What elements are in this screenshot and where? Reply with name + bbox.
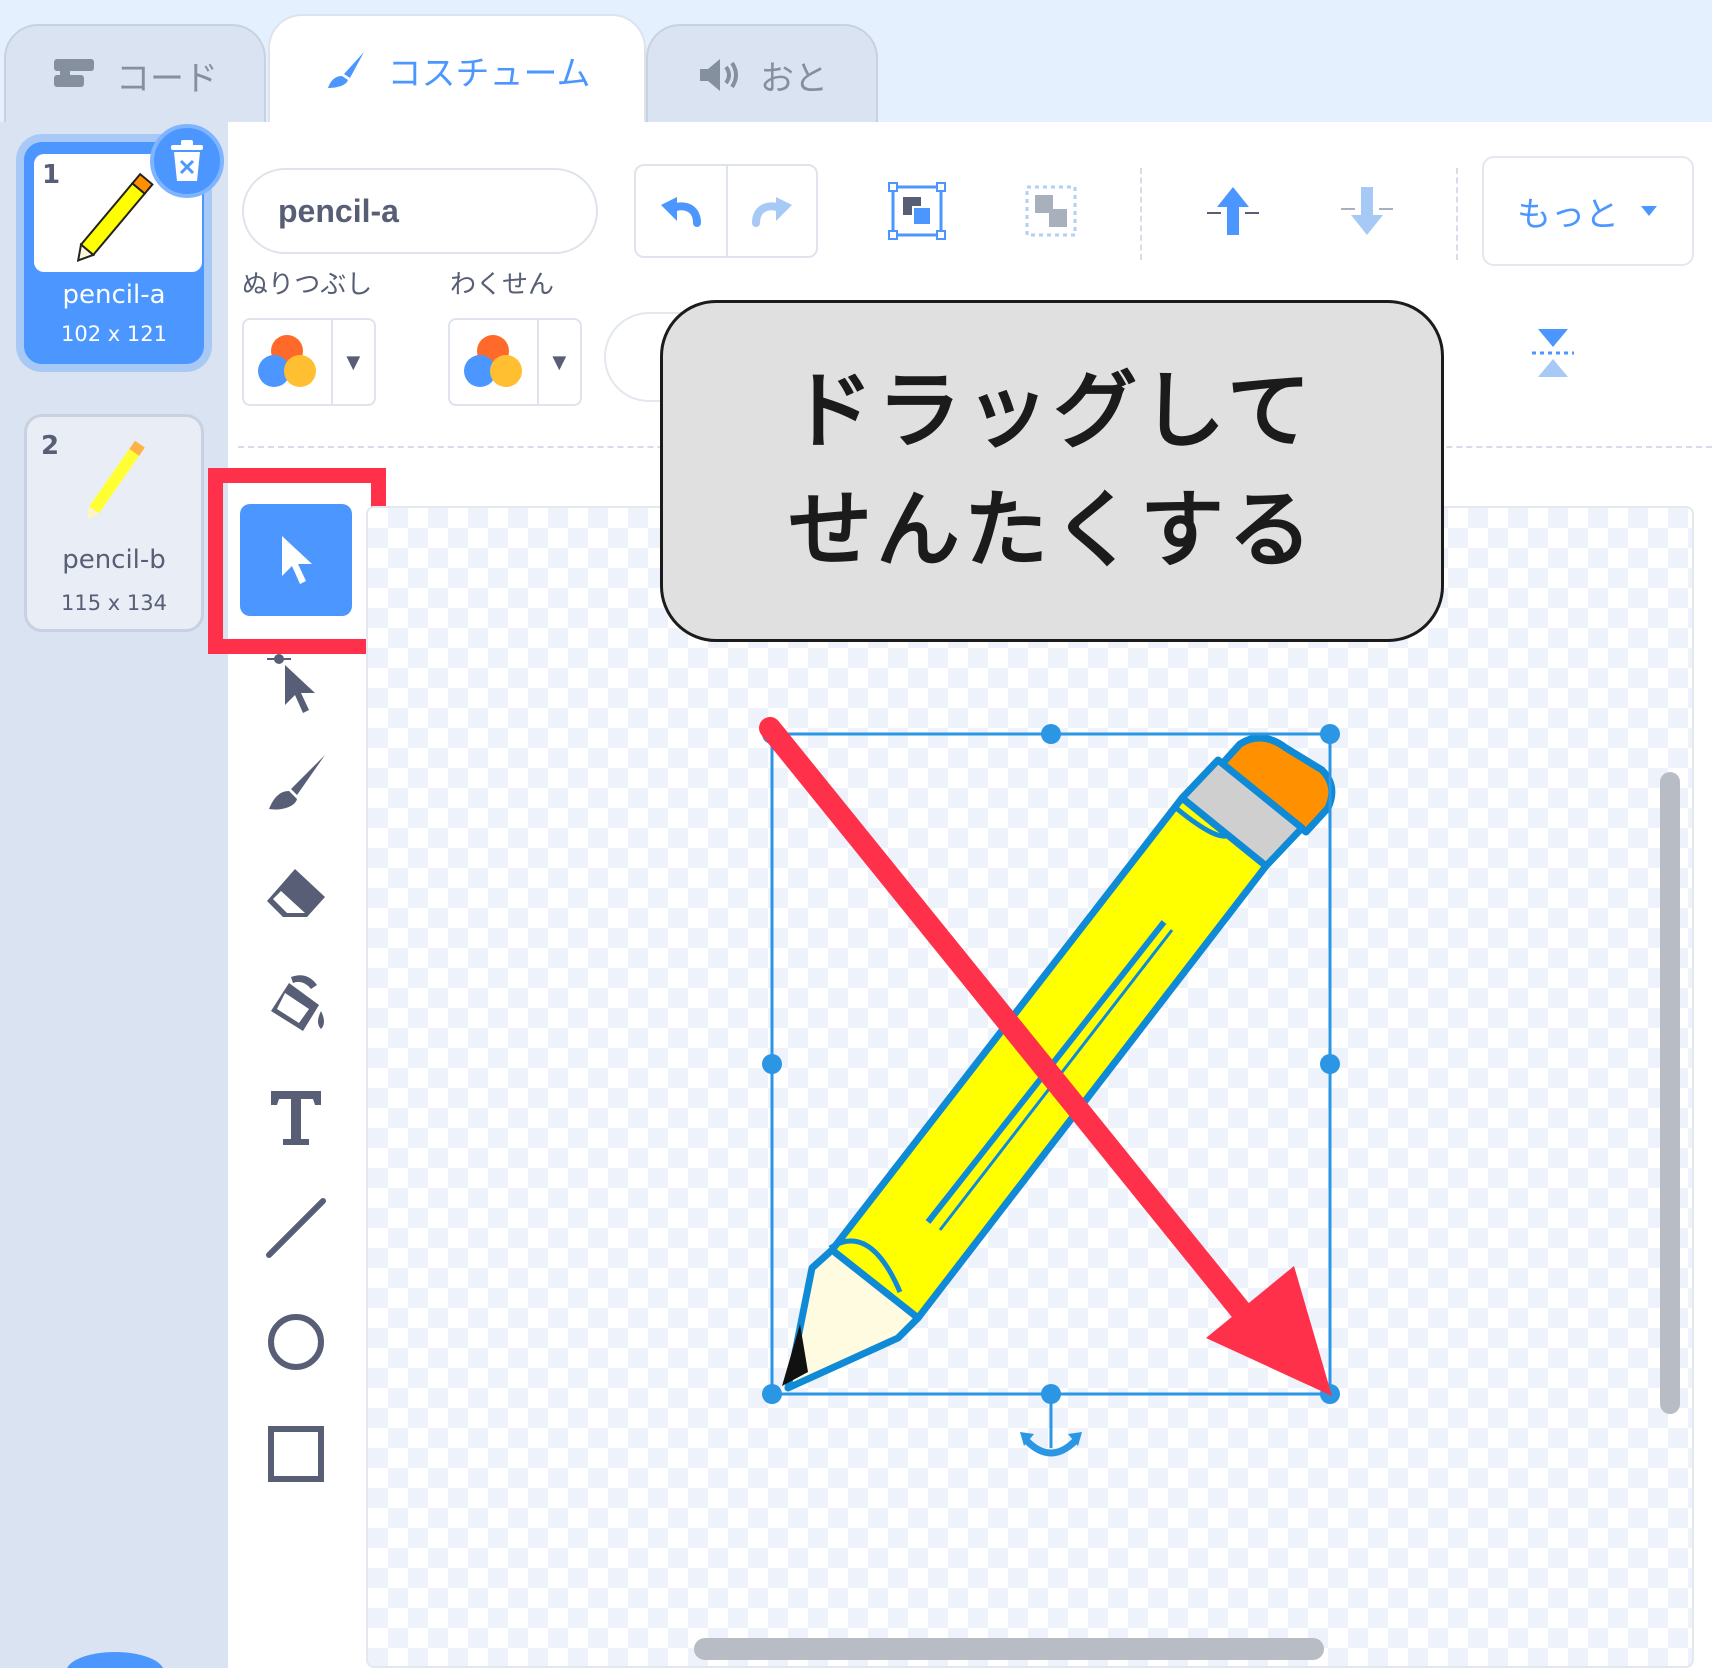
arrow-down-icon — [1341, 187, 1393, 235]
drawing-canvas[interactable] — [366, 506, 1694, 1668]
costume-editor-screen: コード コスチューム おと 1 pencil-a 102 x 121 2 pen… — [0, 0, 1712, 1668]
costume-number: 1 — [42, 160, 61, 190]
outline-label: わくせん — [450, 270, 555, 300]
costume-name-input[interactable]: pencil-a — [242, 168, 598, 254]
callout-line-1: ドラッグして — [789, 361, 1315, 460]
fill-label: ぬりつぶし — [242, 270, 373, 300]
circle-icon — [268, 1314, 324, 1370]
brush-tool[interactable] — [240, 728, 352, 840]
fill-tool[interactable] — [240, 950, 352, 1062]
rectangle-tool[interactable] — [240, 1398, 352, 1510]
flip-vertical-icon — [1532, 329, 1574, 377]
instruction-callout: ドラッグして せんたくする — [660, 300, 1444, 642]
costume-number: 2 — [41, 431, 60, 461]
circle-tool[interactable] — [240, 1286, 352, 1398]
brush-icon — [269, 755, 325, 810]
more-label: もっと — [1517, 194, 1619, 235]
redo-icon — [752, 197, 792, 227]
eraser-icon — [267, 869, 325, 917]
tab-code[interactable]: コード — [4, 24, 266, 124]
delete-costume-button[interactable] — [150, 124, 224, 198]
ungroup-icon — [1025, 185, 1077, 237]
undo-redo-group — [634, 164, 818, 258]
eraser-tool[interactable] — [240, 840, 352, 952]
line-tool[interactable] — [240, 1172, 352, 1284]
fill-swatch — [244, 320, 331, 404]
tab-code-label: コード — [116, 58, 218, 99]
horizontal-scrollbar[interactable] — [694, 1638, 1324, 1660]
toolbar-divider — [1456, 168, 1458, 260]
group-icon — [888, 182, 946, 240]
costume-size: 102 x 121 — [61, 322, 167, 346]
costume-name: pencil-a — [62, 280, 166, 310]
backward-button[interactable] — [1332, 176, 1402, 246]
color-mixed-icon — [464, 335, 523, 387]
chevron-down-icon — [1641, 206, 1657, 216]
redo-button[interactable] — [726, 166, 816, 256]
code-blocks-icon — [54, 59, 94, 87]
text-icon — [271, 1091, 321, 1145]
ungroup-button[interactable] — [1016, 176, 1086, 246]
costume-item-pencil-b[interactable]: 2 pencil-b 115 x 134 — [24, 414, 204, 632]
line-icon — [266, 1198, 326, 1258]
costume-size: 115 x 134 — [61, 591, 167, 615]
text-tool[interactable] — [240, 1062, 352, 1174]
tab-costumes-label: コスチューム — [387, 53, 591, 94]
tab-costumes[interactable]: コスチューム — [268, 14, 646, 124]
undo-button[interactable] — [636, 166, 726, 256]
rectangle-icon — [268, 1426, 324, 1482]
undo-icon — [661, 197, 701, 227]
tab-sounds[interactable]: おと — [646, 24, 878, 124]
outline-color-picker[interactable]: ▼ — [448, 318, 582, 406]
chevron-down-icon: ▼ — [330, 320, 374, 404]
fill-icon — [271, 975, 324, 1031]
select-tool-highlight — [208, 468, 386, 654]
fill-color-picker[interactable]: ▼ — [242, 318, 376, 406]
speaker-icon — [700, 59, 738, 91]
trash-icon — [171, 140, 203, 181]
tab-sounds-label: おと — [760, 58, 828, 99]
arrow-up-icon — [1207, 187, 1259, 235]
paintbrush-icon — [327, 52, 364, 88]
toolbar-divider — [1140, 168, 1142, 260]
more-button[interactable]: もっと — [1482, 156, 1694, 266]
vertical-scrollbar[interactable] — [1660, 772, 1680, 1414]
reshape-tool[interactable] — [240, 628, 352, 740]
color-mixed-icon — [258, 335, 317, 387]
costume-name: pencil-b — [62, 545, 166, 575]
callout-line-2: せんたくする — [787, 481, 1316, 579]
outline-swatch — [450, 320, 537, 404]
forward-button[interactable] — [1198, 176, 1268, 246]
flip-vertical-button[interactable] — [1518, 318, 1588, 388]
group-button[interactable] — [882, 176, 952, 246]
chevron-down-icon: ▼ — [536, 320, 580, 404]
reshape-icon — [267, 654, 315, 713]
